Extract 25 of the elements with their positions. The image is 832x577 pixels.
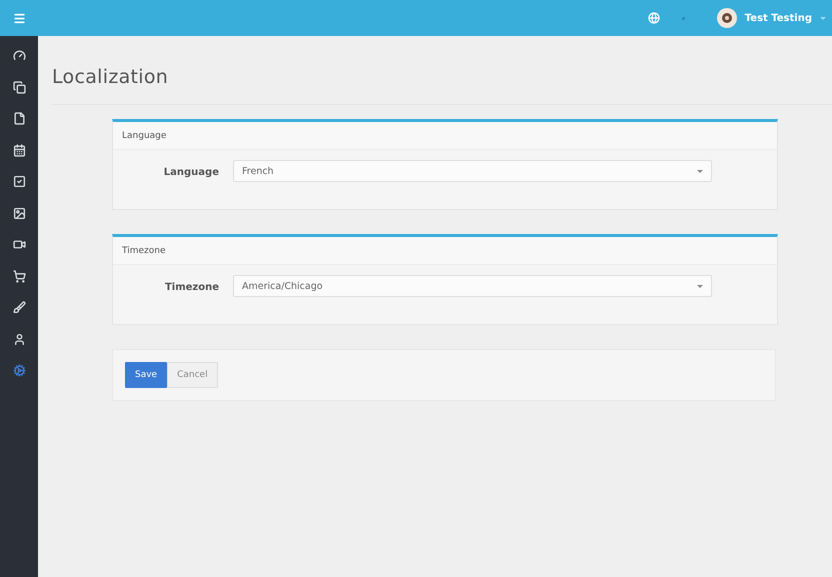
menu-icon bbox=[12, 12, 26, 24]
gauge-icon bbox=[12, 49, 26, 62]
calendar-icon bbox=[12, 144, 26, 157]
cancel-button[interactable]: Cancel bbox=[167, 362, 218, 388]
user-icon bbox=[12, 332, 26, 346]
select-field[interactable]: America/Chicago bbox=[233, 275, 712, 297]
globe-icon[interactable] bbox=[648, 12, 660, 24]
settings-icon bbox=[12, 364, 26, 378]
save-button[interactable]: Save bbox=[125, 362, 168, 388]
image-icon bbox=[12, 206, 26, 220]
status-dot bbox=[682, 16, 685, 20]
field-label: Language bbox=[162, 167, 219, 178]
brush-icon bbox=[12, 301, 26, 314]
copy-icon bbox=[12, 80, 26, 94]
avatar[interactable] bbox=[716, 8, 737, 28]
page-icon bbox=[12, 112, 26, 126]
caret-icon bbox=[820, 16, 826, 20]
video-camera-icon bbox=[12, 238, 26, 252]
avatar-icon bbox=[720, 12, 733, 24]
field-label: Timezone bbox=[164, 282, 219, 293]
cart-icon bbox=[12, 270, 26, 283]
page-title: Localization bbox=[52, 66, 170, 88]
user-name[interactable]: Test Testing bbox=[744, 12, 812, 24]
checkbox-icon bbox=[12, 175, 26, 188]
select-field[interactable]: French bbox=[233, 160, 712, 182]
